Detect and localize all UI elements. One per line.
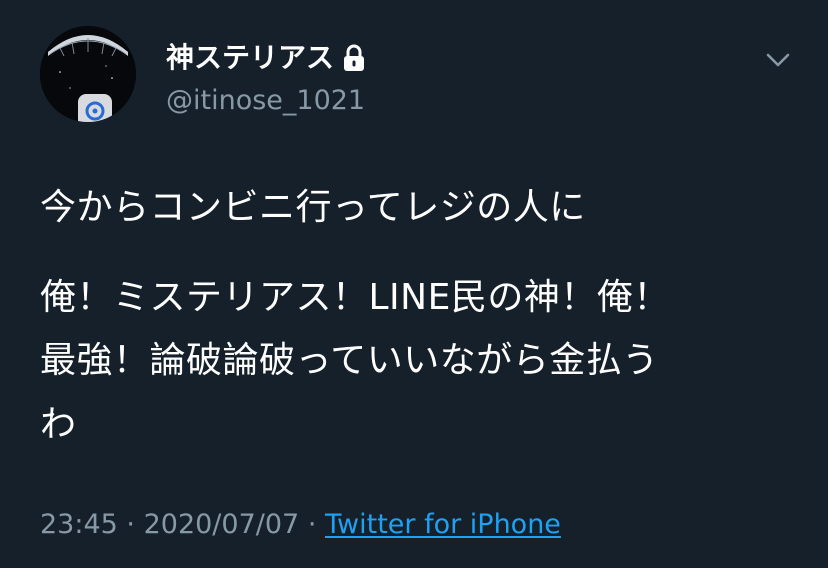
tweet-text-line: 今からコンビニ行ってレジの人に	[40, 187, 586, 228]
avatar[interactable]	[40, 26, 136, 122]
chevron-down-icon[interactable]	[764, 48, 792, 72]
tweet-source-link[interactable]: Twitter for iPhone	[325, 509, 561, 540]
lock-icon	[342, 44, 366, 72]
meta-separator: ·	[126, 509, 135, 540]
avatar-image	[40, 26, 136, 122]
display-name-text: 神ステリアス	[166, 41, 335, 74]
user-handle[interactable]: @itinose_1021	[166, 84, 365, 118]
tweet-time: 23:45	[40, 509, 118, 540]
tweet-text-line: わ	[40, 404, 77, 445]
user-display-name[interactable]: 神ステリアス	[166, 40, 366, 76]
tweet-date: 2020/07/07	[143, 509, 300, 540]
tweet-meta: 23:45 · 2020/07/07 · Twitter for iPhone	[40, 506, 561, 544]
tweet-text-line: 最強！論破論破っていいながら金払う	[40, 340, 659, 381]
tweet-text-line: 俺！ミステリアス！LINE民の神！俺！	[40, 277, 670, 318]
meta-separator: ·	[307, 509, 317, 540]
